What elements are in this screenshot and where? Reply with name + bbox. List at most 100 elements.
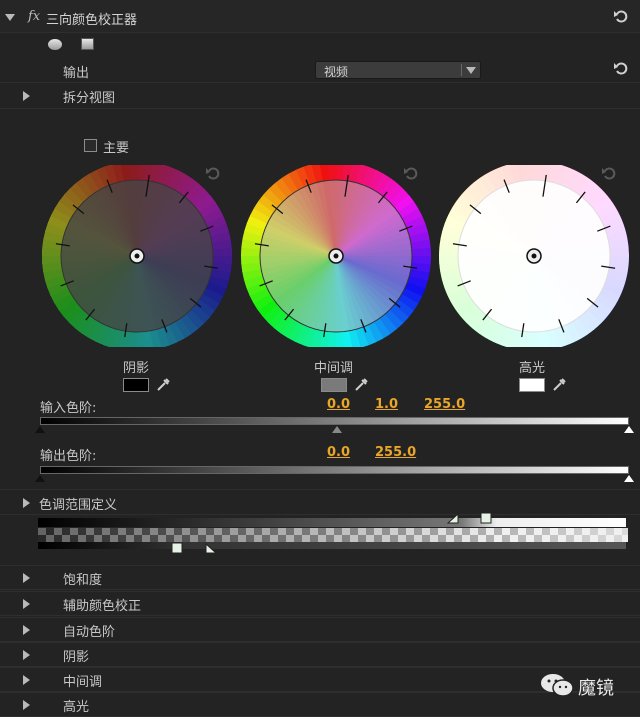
midtone-checker-cell xyxy=(318,535,326,542)
midtone-checker-cell xyxy=(142,528,150,535)
highlights-eyedropper-icon[interactable] xyxy=(551,377,567,393)
output-levels-slider[interactable] xyxy=(40,466,629,474)
midtone-checker-cell xyxy=(470,528,478,535)
midtone-checker-cell xyxy=(574,535,582,542)
input-gamma-value[interactable]: 1.0 xyxy=(375,397,398,412)
midtone-checker-cell xyxy=(438,528,446,535)
chevron-down-icon xyxy=(466,67,476,74)
expand-section-arrow[interactable] xyxy=(23,599,30,609)
reset-effect-icon[interactable] xyxy=(613,8,629,24)
midtone-checker-cell xyxy=(150,535,158,542)
highlights-color-swatch[interactable] xyxy=(519,378,545,392)
highlight-threshold-handle[interactable] xyxy=(480,512,492,524)
input-white-handle[interactable] xyxy=(624,426,634,433)
midtone-checker-cell xyxy=(622,535,628,542)
midtone-checker-cell xyxy=(358,535,366,542)
midtone-checker-cell xyxy=(558,528,566,535)
midtone-checker-cell xyxy=(286,528,294,535)
midtone-checker-cell xyxy=(302,528,310,535)
output-black-handle[interactable] xyxy=(35,475,45,482)
midtones-color-swatch[interactable] xyxy=(321,378,347,392)
midtone-checker-cell xyxy=(534,528,542,535)
midtone-checker-cell xyxy=(174,528,182,535)
ellipse-mask-icon[interactable] xyxy=(48,39,62,50)
midtone-checker-cell xyxy=(390,528,398,535)
expand-section-arrow[interactable] xyxy=(23,625,30,635)
midtone-checker-cell xyxy=(94,528,102,535)
midtone-checker-cell xyxy=(118,535,126,542)
midtone-checker-cell xyxy=(286,535,294,542)
output-white-handle[interactable] xyxy=(624,475,634,482)
expand-section-arrow[interactable] xyxy=(23,650,30,660)
midtone-checker-cell xyxy=(142,535,150,542)
midtone-checker-cell xyxy=(454,528,462,535)
midtone-checker-cell xyxy=(478,528,486,535)
midtone-checker-cell xyxy=(310,528,318,535)
midtone-checker-cell xyxy=(398,528,406,535)
expand-split-view-arrow[interactable] xyxy=(23,91,30,101)
midtone-checker-cell xyxy=(350,528,358,535)
midtone-checker-cell xyxy=(406,535,414,542)
highlight-range-bar xyxy=(38,518,626,527)
midtone-checker-cell xyxy=(334,528,342,535)
shadows-eyedropper-icon[interactable] xyxy=(155,377,171,393)
rectangle-mask-icon[interactable] xyxy=(81,38,94,50)
section-row: 自动色阶 xyxy=(0,617,640,642)
midtone-checker-cell xyxy=(414,528,422,535)
midtone-checker-cell xyxy=(430,535,438,542)
midtone-checker-cell xyxy=(622,528,628,535)
reset-highlights-icon[interactable] xyxy=(601,165,617,181)
input-gamma-handle[interactable] xyxy=(332,426,342,433)
midtone-checker-cell xyxy=(38,528,46,535)
midtone-checker-cell xyxy=(422,535,430,542)
expand-tonal-range-arrow[interactable] xyxy=(23,498,30,508)
midtone-checker-cell xyxy=(254,528,262,535)
expand-section-arrow[interactable] xyxy=(23,573,30,583)
reset-output-icon[interactable] xyxy=(613,60,629,76)
output-white-value[interactable]: 255.0 xyxy=(375,445,416,460)
midtone-checker-cell xyxy=(150,528,158,535)
midtone-checker-cell xyxy=(606,535,614,542)
output-levels-label: 输出色阶: xyxy=(40,449,97,464)
midtone-checker-cell xyxy=(278,535,286,542)
output-dropdown[interactable]: 视频 xyxy=(315,61,481,79)
highlights-color-wheel[interactable] xyxy=(434,165,634,347)
midtone-checker-cell xyxy=(262,528,270,535)
master-checkbox[interactable] xyxy=(84,139,97,152)
reset-midtones-icon[interactable] xyxy=(403,165,419,181)
input-white-value[interactable]: 255.0 xyxy=(424,397,465,412)
midtones-eyedropper-icon[interactable] xyxy=(353,377,369,393)
reset-shadows-icon[interactable] xyxy=(205,165,221,181)
midtones-color-wheel[interactable] xyxy=(236,165,436,347)
midtone-checker-cell xyxy=(158,535,166,542)
midtone-checker-cell xyxy=(518,528,526,535)
midtone-checker-cell xyxy=(414,535,422,542)
midtone-checker-cell xyxy=(406,528,414,535)
input-black-value[interactable]: 0.0 xyxy=(327,397,350,412)
midtone-checker-cell xyxy=(278,528,286,535)
shadows-color-swatch[interactable] xyxy=(123,378,149,392)
tonal-range-slider[interactable] xyxy=(38,512,628,558)
input-black-handle[interactable] xyxy=(35,426,45,433)
midtone-checker-cell xyxy=(254,535,262,542)
midtone-checker-cell xyxy=(198,528,206,535)
midtone-checker-cell xyxy=(294,528,302,535)
shadows-color-wheel[interactable] xyxy=(37,165,237,347)
midtone-checker-cell xyxy=(566,528,574,535)
midtone-checker-cell xyxy=(374,535,382,542)
midtone-checker-cell xyxy=(598,535,606,542)
midtone-checker-cell xyxy=(86,535,94,542)
midtone-checker-cell xyxy=(326,528,334,535)
midtone-checker-cell xyxy=(246,535,254,542)
output-black-value[interactable]: 0.0 xyxy=(327,445,350,460)
midtone-checker-cell xyxy=(230,528,238,535)
wheel-center-dot xyxy=(333,253,339,259)
tonal-range-label: 色调范围定义 xyxy=(39,498,118,513)
expand-section-arrow[interactable] xyxy=(23,675,30,685)
input-levels-slider[interactable] xyxy=(40,417,629,425)
midtone-checker-cell xyxy=(78,535,86,542)
collapse-effect-arrow[interactable] xyxy=(5,14,15,21)
shadow-threshold-handle[interactable] xyxy=(171,542,183,554)
midtone-checker-cell xyxy=(294,535,302,542)
expand-section-arrow[interactable] xyxy=(23,700,30,710)
